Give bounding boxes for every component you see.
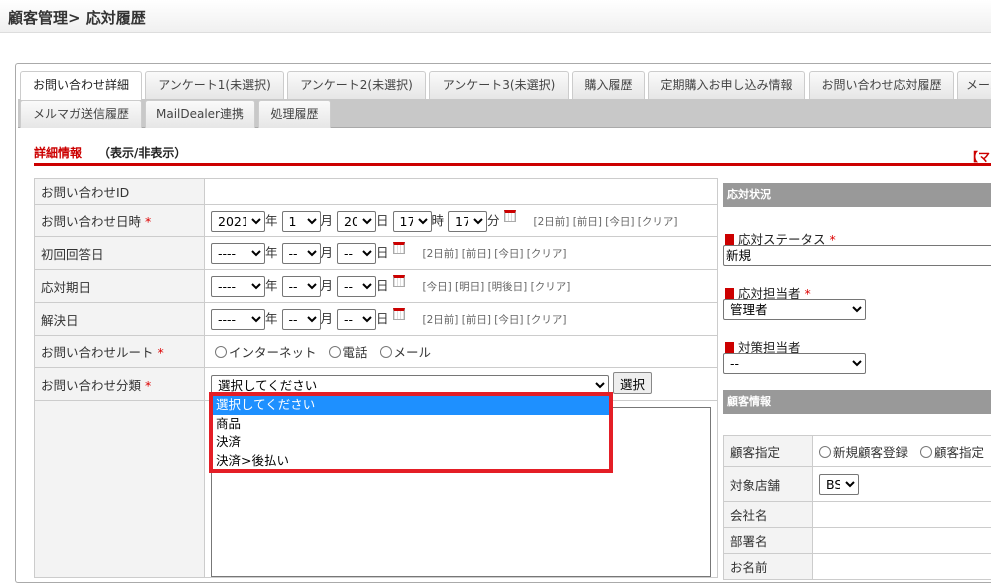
year-select[interactable]: ---- — [211, 309, 265, 330]
dropdown-option[interactable]: 選択してください — [213, 396, 609, 415]
unit-day: 日 — [376, 278, 389, 293]
bullet-icon — [725, 234, 734, 245]
unit-month: 月 — [320, 212, 334, 228]
category-dropdown-list: 選択してください 商品 決済 決済>後払い — [209, 392, 613, 473]
month-select[interactable]: -- — [281, 276, 321, 297]
unit-hour: 時 — [431, 212, 445, 228]
hour-select[interactable]: 17 — [392, 210, 432, 232]
select-button[interactable]: 選択 — [612, 372, 652, 395]
customer-header: 顧客情報 — [723, 390, 991, 414]
day-select[interactable]: -- — [337, 243, 376, 264]
section-divider — [34, 163, 991, 166]
page-header: 顧客管理> 応対履歴 — [0, 0, 991, 33]
tab-survey-3[interactable]: アンケート3(未選択) — [429, 71, 569, 99]
tab-purchase-history[interactable]: 購入履歴 — [572, 71, 645, 99]
date-shortcut-links[interactable]: [2日前] [前日] [今日] [クリア] — [423, 314, 567, 326]
unit-year: 年 — [265, 245, 278, 260]
tab-process-history[interactable]: 処理履歴 — [258, 100, 331, 128]
department-label: 部署名 — [723, 527, 813, 554]
tab-maildealer[interactable]: MailDealer連携 — [145, 100, 255, 128]
section-heading: 詳細情報 （表示/非表示） — [34, 144, 186, 161]
tab-survey-1[interactable]: アンケート1(未選択) — [145, 71, 284, 99]
year-select[interactable]: ---- — [211, 276, 265, 297]
shop-select[interactable]: BS — [819, 473, 859, 495]
inquiry-id-label: お問い合わせID — [34, 178, 205, 205]
radio-specify-customer[interactable] — [920, 445, 933, 458]
required-mark: * — [145, 377, 152, 393]
unit-year: 年 — [265, 278, 278, 293]
radio-label: メール — [393, 345, 432, 360]
tab-survey-2[interactable]: アンケート2(未選択) — [287, 71, 426, 99]
unit-minute: 分 — [487, 212, 500, 228]
bullet-icon — [725, 342, 734, 353]
radio-label: 電話 — [342, 345, 368, 360]
radio-mail[interactable] — [379, 346, 392, 358]
unit-day: 日 — [376, 245, 389, 260]
dropdown-option[interactable]: 商品 — [213, 415, 609, 434]
customer-spec-label: 顧客指定 — [723, 435, 813, 467]
due-date-label: 応対期日 — [34, 269, 205, 303]
radio-label: 顧客指定 — [934, 444, 985, 460]
month-select[interactable]: -- — [281, 309, 321, 330]
year-select[interactable]: ---- — [211, 243, 265, 264]
day-select[interactable]: -- — [337, 309, 376, 330]
inquiry-datetime-label: お問い合わせ日時 — [41, 214, 142, 229]
status-select[interactable]: 新規 — [723, 245, 991, 266]
date-shortcut-links[interactable]: [2日前] [前日] [今日] [クリア] — [534, 216, 678, 228]
calendar-icon[interactable] — [503, 209, 516, 222]
shop-label: 対象店舗 — [723, 466, 813, 502]
unit-month: 月 — [320, 245, 334, 260]
route-label: お問い合わせルート — [41, 345, 154, 360]
company-label: 会社名 — [723, 501, 813, 528]
month-select[interactable]: -- — [281, 243, 321, 264]
dropdown-option[interactable]: 決済 — [213, 433, 609, 452]
date-shortcut-links[interactable]: [今日] [明日] [明後日] [クリア] — [423, 281, 571, 293]
bullet-icon — [725, 288, 734, 299]
toggle-visibility-link[interactable]: （表示/非表示） — [98, 146, 186, 160]
tab-mailmag-history[interactable]: メルマガ送信履歴 — [20, 100, 142, 128]
status-header: 応対状況 — [723, 183, 991, 207]
assignee-select[interactable]: 管理者 — [723, 299, 866, 320]
tab-inquiry-response-history[interactable]: お問い合わせ応対履歴 — [809, 71, 954, 99]
unit-month: 月 — [320, 278, 334, 293]
first-reply-label: 初回回答日 — [34, 236, 205, 270]
radio-internet[interactable] — [215, 346, 227, 358]
calendar-icon[interactable] — [392, 242, 405, 254]
dropdown-option[interactable]: 決済>後払い — [213, 452, 609, 471]
calendar-icon[interactable] — [392, 275, 405, 287]
day-select[interactable]: -- — [337, 276, 376, 297]
section-title: 詳細情報 — [34, 146, 83, 160]
unit-day: 日 — [376, 311, 389, 326]
inquiry-detail-table: お問い合わせID お問い合わせ日時 * 2021 年 1月 20 日 17 時 17 分… — [34, 178, 718, 578]
tab-subscription[interactable]: 定期購入お申し込み情報 — [648, 71, 805, 99]
required-mark: * — [157, 345, 164, 360]
unit-year: 年 — [265, 311, 278, 326]
radio-phone[interactable] — [328, 346, 341, 358]
calendar-icon[interactable] — [392, 308, 405, 320]
resolved-date-label: 解決日 — [34, 302, 205, 336]
day-select[interactable]: 20 — [337, 210, 376, 232]
tab-mail[interactable]: メール — [957, 71, 991, 99]
category-label: お問い合わせ分類 — [41, 377, 142, 393]
tab-inquiry-detail[interactable]: お問い合わせ詳細 — [20, 71, 142, 100]
required-mark: * — [145, 214, 152, 229]
radio-label: インターネット — [229, 345, 317, 360]
unit-year: 年 — [265, 212, 278, 228]
measure-assignee-select[interactable]: -- — [723, 353, 866, 374]
unit-month: 月 — [320, 311, 334, 326]
radio-new-customer[interactable] — [819, 445, 831, 458]
page-title: 顧客管理> 応対履歴 — [8, 9, 146, 27]
inquiry-id-value — [204, 178, 718, 205]
month-select[interactable]: 1 — [281, 210, 321, 232]
radio-label: 新規顧客登録 — [833, 444, 909, 460]
customer-table: 顧客指定 新規顧客登録 顧客指定 対象店舗 BS 会社名 部署名 お名前 — [723, 435, 991, 580]
minute-select[interactable]: 17 — [448, 210, 487, 232]
date-shortcut-links[interactable]: [2日前] [前日] [今日] [クリア] — [423, 248, 567, 260]
year-select[interactable]: 2021 — [211, 210, 265, 232]
unit-day: 日 — [376, 212, 389, 228]
